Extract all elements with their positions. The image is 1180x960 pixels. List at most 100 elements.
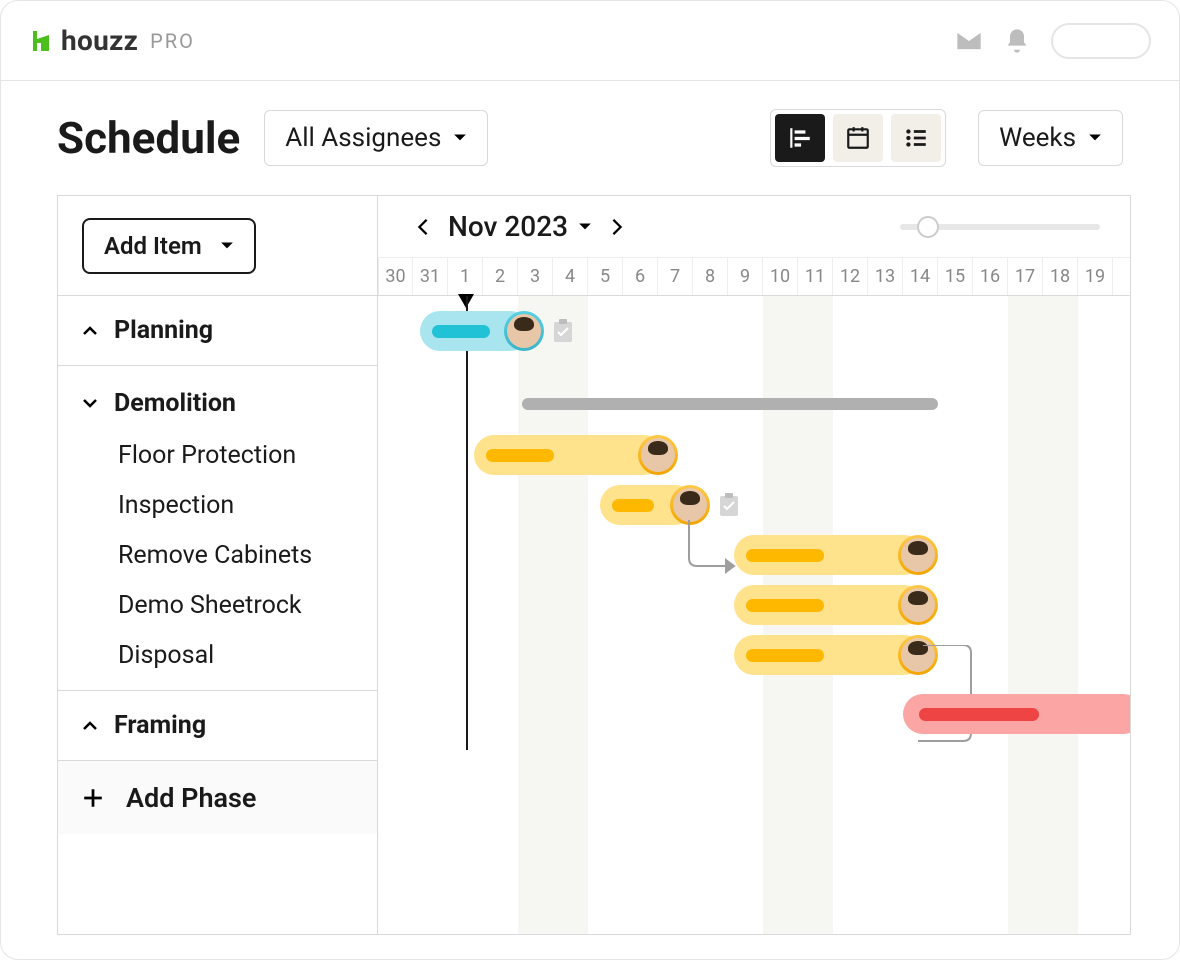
task-label: Disposal bbox=[118, 641, 214, 670]
zoom-handle[interactable] bbox=[917, 216, 939, 238]
bar-demo-sheetrock[interactable] bbox=[734, 585, 924, 625]
schedule-content: Add Item Planning Demolition Floor Prote… bbox=[57, 195, 1131, 935]
day-cell: 18 bbox=[1043, 258, 1078, 295]
task-row-inspection[interactable]: Inspection bbox=[58, 480, 377, 530]
prev-month-button[interactable] bbox=[414, 218, 432, 236]
brand-name: houzz bbox=[61, 24, 138, 57]
bar-floor-protection[interactable] bbox=[474, 435, 664, 475]
toolbar: Schedule All Assignees Weeks bbox=[1, 81, 1179, 195]
brand: houzz PRO bbox=[29, 24, 195, 57]
phase-label: Planning bbox=[114, 316, 213, 345]
day-cell: 6 bbox=[623, 258, 658, 295]
mail-icon[interactable] bbox=[955, 27, 983, 55]
task-label: Inspection bbox=[118, 491, 234, 520]
assignee-avatar[interactable] bbox=[638, 435, 678, 475]
view-calendar-button[interactable] bbox=[833, 114, 883, 162]
day-cell: 9 bbox=[728, 258, 763, 295]
day-cell: 12 bbox=[833, 258, 868, 295]
period-dropdown[interactable]: Weeks bbox=[978, 110, 1123, 166]
phase-row-framing[interactable]: Framing bbox=[58, 691, 377, 761]
assignee-avatar[interactable] bbox=[504, 311, 544, 351]
chevron-down-icon bbox=[80, 393, 100, 413]
task-row-disposal[interactable]: Disposal bbox=[58, 630, 377, 680]
bar-remove-cabinets[interactable] bbox=[734, 535, 924, 575]
day-cell: 1 bbox=[448, 258, 483, 295]
phase-row-planning[interactable]: Planning bbox=[58, 296, 377, 366]
bar-progress bbox=[746, 549, 824, 562]
assignee-avatar[interactable] bbox=[670, 485, 710, 525]
days-row: 303112345678910111213141516171819 bbox=[378, 257, 1130, 295]
day-cell: 14 bbox=[903, 258, 938, 295]
period-label: Weeks bbox=[999, 123, 1076, 153]
view-gantt-button[interactable] bbox=[775, 114, 825, 162]
day-cell: 5 bbox=[588, 258, 623, 295]
add-phase-label: Add Phase bbox=[126, 782, 256, 814]
day-cell: 3 bbox=[518, 258, 553, 295]
clipboard-check-icon[interactable] bbox=[552, 319, 574, 343]
day-cell: 17 bbox=[1008, 258, 1043, 295]
add-item-label: Add Item bbox=[104, 232, 202, 260]
bar-progress bbox=[919, 708, 1039, 721]
gantt-row-framing bbox=[378, 680, 1130, 750]
profile-pill[interactable] bbox=[1051, 23, 1151, 59]
task-row-remove-cabinets[interactable]: Remove Cabinets bbox=[58, 530, 377, 580]
top-bar: houzz PRO bbox=[1, 1, 1179, 81]
phase-row-demolition[interactable]: Demolition bbox=[58, 366, 377, 430]
next-month-button[interactable] bbox=[608, 218, 626, 236]
day-cell: 15 bbox=[938, 258, 973, 295]
gantt-row-floor-protection bbox=[378, 430, 1130, 480]
houzz-logo-icon bbox=[29, 29, 53, 53]
gantt-body bbox=[378, 296, 1130, 750]
day-cell: 7 bbox=[658, 258, 693, 295]
bar-progress bbox=[746, 599, 824, 612]
task-label: Remove Cabinets bbox=[118, 541, 312, 570]
bar-disposal[interactable] bbox=[734, 635, 924, 675]
assignee-avatar[interactable] bbox=[898, 535, 938, 575]
day-cell: 2 bbox=[483, 258, 518, 295]
gantt-row-inspection bbox=[378, 480, 1130, 530]
day-cell: 10 bbox=[763, 258, 798, 295]
month-picker[interactable]: Nov 2023 bbox=[448, 210, 592, 243]
chevron-up-icon bbox=[80, 716, 100, 736]
assignee-filter-label: All Assignees bbox=[285, 123, 441, 153]
task-sidebar: Add Item Planning Demolition Floor Prote… bbox=[58, 196, 378, 934]
day-cell: 8 bbox=[693, 258, 728, 295]
assignee-avatar[interactable] bbox=[898, 585, 938, 625]
clipboard-check-icon[interactable] bbox=[718, 493, 740, 517]
bar-progress bbox=[432, 325, 490, 338]
day-cell: 16 bbox=[973, 258, 1008, 295]
caret-down-icon bbox=[453, 131, 467, 145]
view-switch bbox=[770, 109, 946, 167]
bar-progress bbox=[612, 499, 654, 512]
app-window: houzz PRO Schedule All Assignees bbox=[0, 0, 1180, 960]
chevron-up-icon bbox=[80, 321, 100, 341]
add-item-button[interactable]: Add Item bbox=[82, 218, 256, 274]
task-label: Floor Protection bbox=[118, 441, 296, 470]
view-list-button[interactable] bbox=[891, 114, 941, 162]
assignee-filter-dropdown[interactable]: All Assignees bbox=[264, 110, 488, 166]
add-phase-button[interactable]: Add Phase bbox=[58, 760, 377, 834]
gantt-row-planning bbox=[378, 296, 1130, 366]
gantt-row-demo-sheetrock bbox=[378, 580, 1130, 630]
bell-icon[interactable] bbox=[1003, 27, 1031, 55]
phase-label: Framing bbox=[114, 711, 206, 740]
day-cell: 30 bbox=[378, 258, 413, 295]
gantt-row-demolition-summary bbox=[378, 366, 1130, 430]
sidebar-header: Add Item bbox=[58, 196, 377, 296]
plus-icon bbox=[82, 787, 104, 809]
zoom-slider[interactable] bbox=[900, 220, 1100, 234]
task-row-floor-protection[interactable]: Floor Protection bbox=[58, 430, 377, 480]
task-row-demo-sheetrock[interactable]: Demo Sheetrock bbox=[58, 580, 377, 630]
task-label: Demo Sheetrock bbox=[118, 591, 302, 620]
gantt-timeline: Nov 2023 3031123456789101112131415161718… bbox=[378, 196, 1130, 934]
day-cell: 31 bbox=[413, 258, 448, 295]
phase-label: Demolition bbox=[114, 389, 236, 418]
gantt-row-remove-cabinets bbox=[378, 530, 1130, 580]
month-label-text: Nov 2023 bbox=[448, 210, 568, 243]
caret-down-icon bbox=[1088, 131, 1102, 145]
bar-framing[interactable] bbox=[903, 694, 1130, 734]
day-cell: 11 bbox=[798, 258, 833, 295]
day-cell: 13 bbox=[868, 258, 903, 295]
bar-demolition-summary[interactable] bbox=[522, 398, 938, 410]
brand-suffix: PRO bbox=[150, 29, 195, 53]
